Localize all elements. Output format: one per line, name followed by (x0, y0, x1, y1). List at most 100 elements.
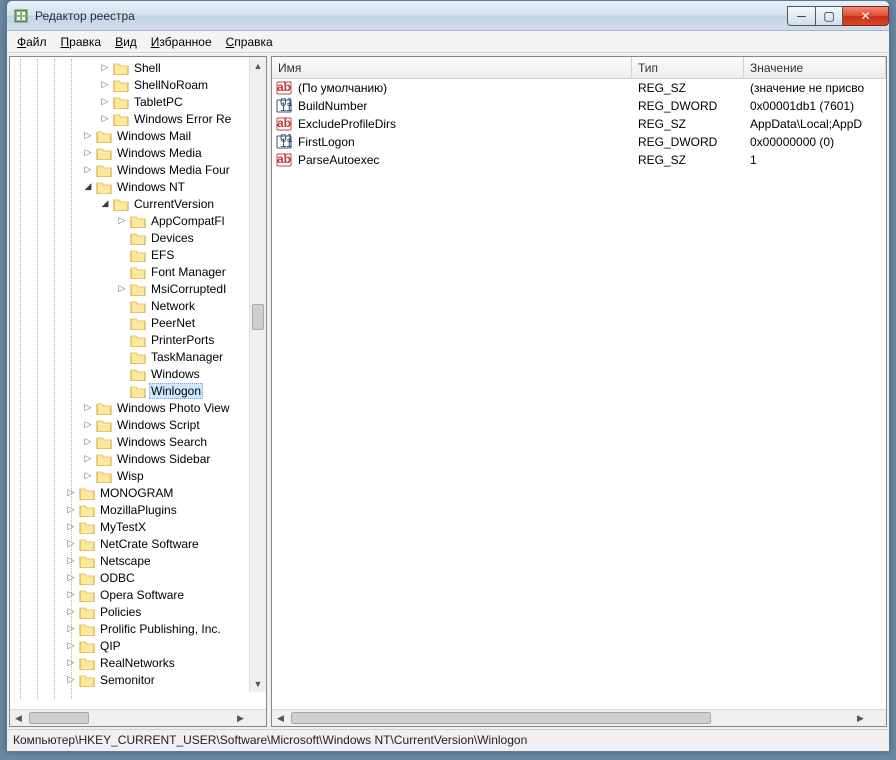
minimize-button[interactable]: ─ (787, 6, 815, 26)
column-header-name[interactable]: Имя (272, 57, 632, 78)
tree-node[interactable]: PrinterPorts (10, 331, 266, 348)
expand-icon[interactable]: ▷ (99, 113, 111, 125)
scroll-left-icon[interactable]: ◀ (10, 710, 27, 726)
tree-node[interactable]: ▷Netscape (10, 552, 266, 569)
scroll-right-icon[interactable]: ▶ (232, 710, 249, 726)
tree-node[interactable]: PeerNet (10, 314, 266, 331)
tree-node[interactable]: ▷Prolific Publishing, Inc. (10, 620, 266, 637)
expand-icon[interactable]: ▷ (99, 79, 111, 91)
scroll-right-icon[interactable]: ▶ (852, 710, 869, 726)
tree-node-label: MozillaPlugins (98, 503, 179, 517)
tree-node[interactable]: ▷MyTestX (10, 518, 266, 535)
tree-node[interactable]: ▷Policies (10, 603, 266, 620)
tree-node[interactable]: ▷MozillaPlugins (10, 501, 266, 518)
tree-vertical-scrollbar[interactable]: ▲ ▼ (249, 57, 266, 692)
maximize-icon: ▢ (823, 9, 834, 23)
values-horizontal-scrollbar[interactable]: ◀ ▶ (272, 709, 886, 726)
tree-node[interactable]: ▷Opera Software (10, 586, 266, 603)
tree-node[interactable]: ▷Windows Script (10, 416, 266, 433)
tree-node[interactable]: ▷ODBC (10, 569, 266, 586)
status-bar: Компьютер\HKEY_CURRENT_USER\Software\Mic… (7, 729, 889, 751)
tree-node-label: MONOGRAM (98, 486, 175, 500)
expand-icon[interactable]: ▷ (82, 419, 94, 431)
value-row[interactable]: ExcludeProfileDirsREG_SZAppData\Local;Ap… (272, 115, 886, 133)
folder-icon (113, 112, 129, 126)
registry-editor-window: Редактор реестра ─ ▢ ✕ Файл Правка Вид И… (6, 0, 890, 752)
expand-icon[interactable]: ▷ (99, 62, 111, 74)
expand-icon[interactable]: ▷ (116, 215, 128, 227)
tree-node[interactable]: TaskManager (10, 348, 266, 365)
scroll-down-icon[interactable]: ▼ (250, 675, 266, 692)
expand-icon[interactable]: ▷ (82, 436, 94, 448)
tree-node[interactable]: ▷ShellNoRoam (10, 76, 266, 93)
expand-icon[interactable]: ▷ (116, 283, 128, 295)
scroll-track[interactable] (250, 74, 266, 675)
expand-icon[interactable]: ▷ (82, 130, 94, 142)
collapse-icon[interactable]: ◢ (82, 181, 94, 193)
value-row[interactable]: ParseAutoexecREG_SZ1 (272, 151, 886, 169)
tree-node[interactable]: ▷RealNetworks (10, 654, 266, 671)
scroll-thumb[interactable] (252, 304, 264, 330)
scroll-up-icon[interactable]: ▲ (250, 57, 266, 74)
folder-icon (130, 384, 146, 398)
tree-horizontal-scrollbar[interactable]: ◀ ▶ (10, 709, 266, 726)
expand-icon[interactable]: ▷ (82, 453, 94, 465)
value-row[interactable]: FirstLogonREG_DWORD0x00000000 (0) (272, 133, 886, 151)
scroll-track[interactable] (27, 710, 232, 726)
tree-node[interactable]: ◢CurrentVersion (10, 195, 266, 212)
tree-node[interactable]: ▷MONOGRAM (10, 484, 266, 501)
tree-node[interactable]: ▷Windows Photo View (10, 399, 266, 416)
menu-view[interactable]: Вид (109, 33, 143, 51)
tree-node[interactable]: ▷Wisp (10, 467, 266, 484)
tree-node-label: Windows (149, 367, 202, 381)
folder-icon (79, 673, 95, 687)
close-button[interactable]: ✕ (843, 6, 889, 26)
tree-node[interactable]: ▷Windows Media (10, 144, 266, 161)
tree-node[interactable]: ▷Windows Media Four (10, 161, 266, 178)
folder-icon (130, 231, 146, 245)
menu-edit[interactable]: Правка (55, 33, 108, 51)
tree-node[interactable]: ▷Windows Search (10, 433, 266, 450)
scroll-left-icon[interactable]: ◀ (272, 710, 289, 726)
tree-node[interactable]: Font Manager (10, 263, 266, 280)
expand-icon[interactable]: ▷ (99, 96, 111, 108)
folder-icon (130, 333, 146, 347)
value-row[interactable]: BuildNumberREG_DWORD0x00001db1 (7601) (272, 97, 886, 115)
scroll-thumb[interactable] (29, 712, 89, 724)
scroll-track[interactable] (289, 710, 852, 726)
menu-favorites[interactable]: Избранное (145, 33, 218, 51)
tree-node[interactable]: ▷TabletPC (10, 93, 266, 110)
tree-node[interactable]: ▷NetCrate Software (10, 535, 266, 552)
tree-node[interactable]: ▷Shell (10, 59, 266, 76)
menu-help[interactable]: Справка (220, 33, 279, 51)
tree-node[interactable]: ▷Windows Error Re (10, 110, 266, 127)
column-header-value[interactable]: Значение (744, 57, 886, 78)
tree-node[interactable]: EFS (10, 246, 266, 263)
column-header-type[interactable]: Тип (632, 57, 744, 78)
maximize-button[interactable]: ▢ (815, 6, 843, 26)
tree-node[interactable]: ▷Windows Sidebar (10, 450, 266, 467)
tree-node[interactable]: Devices (10, 229, 266, 246)
tree-node[interactable]: ▷Windows Mail (10, 127, 266, 144)
tree-node[interactable]: ▷AppCompatFl (10, 212, 266, 229)
tree-node[interactable]: Network (10, 297, 266, 314)
menu-file[interactable]: Файл (11, 33, 53, 51)
values-list[interactable]: (По умолчанию)REG_SZ(значение не присвоB… (272, 79, 886, 709)
tree-node[interactable]: ▷Semonitor (10, 671, 266, 688)
tree-node[interactable]: ◢Windows NT (10, 178, 266, 195)
tree-body[interactable]: ▷Shell▷ShellNoRoam▷TabletPC▷Windows Erro… (10, 57, 266, 709)
scroll-thumb[interactable] (291, 712, 711, 724)
expand-icon[interactable]: ▷ (82, 470, 94, 482)
tree-node[interactable]: ▷QIP (10, 637, 266, 654)
collapse-icon[interactable]: ◢ (99, 198, 111, 210)
value-row[interactable]: (По умолчанию)REG_SZ(значение не присво (272, 79, 886, 97)
tree-node[interactable]: ▷MsiCorruptedI (10, 280, 266, 297)
folder-icon (79, 622, 95, 636)
expand-icon[interactable]: ▷ (82, 164, 94, 176)
close-icon: ✕ (860, 9, 870, 23)
tree-node[interactable]: Windows (10, 365, 266, 382)
tree-node[interactable]: Winlogon (10, 382, 266, 399)
title-bar[interactable]: Редактор реестра ─ ▢ ✕ (7, 1, 889, 31)
expand-icon[interactable]: ▷ (82, 147, 94, 159)
expand-icon[interactable]: ▷ (82, 402, 94, 414)
